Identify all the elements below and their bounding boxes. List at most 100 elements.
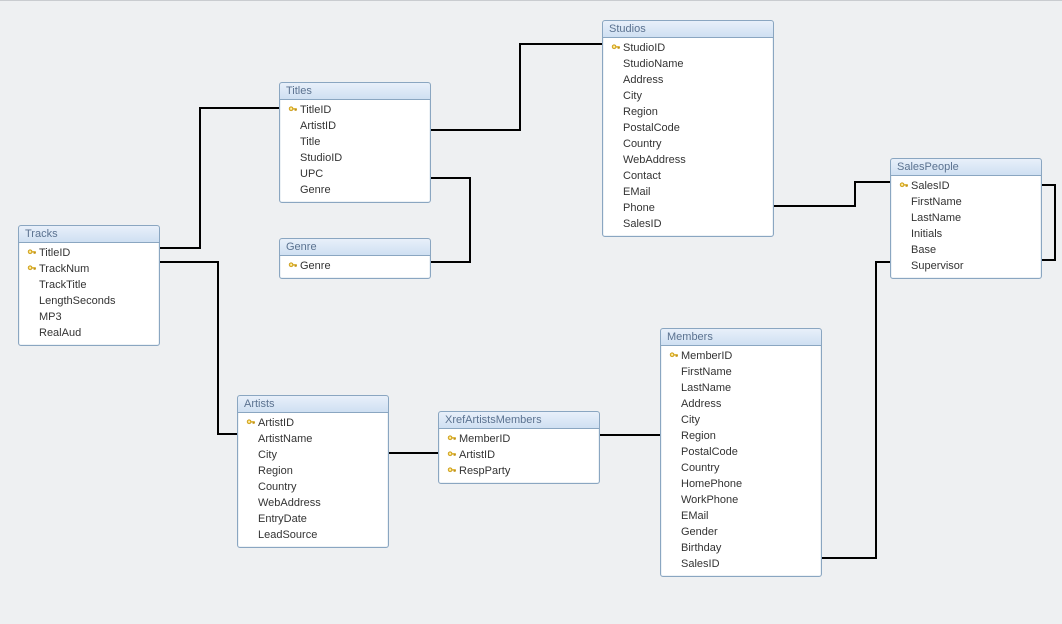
table-column[interactable]: Contact	[603, 168, 773, 184]
table-column[interactable]: RealAud	[19, 325, 159, 341]
column-name: City	[258, 448, 277, 462]
table-artists[interactable]: Artists ArtistIDArtistName CityRegionCount…	[237, 395, 389, 548]
primary-key-icon	[609, 43, 623, 53]
column-name: LeadSource	[258, 528, 317, 542]
table-column[interactable]: TrackNum	[19, 261, 159, 277]
column-name: StudioName	[623, 57, 684, 71]
table-header[interactable]: Artists	[238, 396, 388, 413]
table-column[interactable]: RespParty	[439, 463, 599, 479]
table-column[interactable]: EMail	[603, 184, 773, 200]
column-name: MemberID	[459, 432, 510, 446]
table-header[interactable]: XrefArtistsMembers	[439, 412, 599, 429]
table-members[interactable]: MembersMemberIDFirstNameLastNameAddressC…	[660, 328, 822, 577]
table-column[interactable]: EMail	[661, 508, 821, 524]
column-name: Title	[300, 135, 320, 149]
column-name: Genre	[300, 183, 331, 197]
table-column[interactable]: Gender	[661, 524, 821, 540]
table-column[interactable]: WebAddress	[603, 152, 773, 168]
table-column[interactable]: Region	[603, 104, 773, 120]
table-column[interactable]: Title	[280, 134, 430, 150]
column-name: Birthday	[681, 541, 721, 555]
column-name: City	[623, 89, 642, 103]
table-column[interactable]: Birthday	[661, 540, 821, 556]
diagram-canvas[interactable]: { "tables": [ { "id":"tracks","title":"T…	[0, 0, 1062, 624]
table-column[interactable]: PostalCode	[603, 120, 773, 136]
table-column[interactable]: TrackTitle	[19, 277, 159, 293]
table-column[interactable]: City	[603, 88, 773, 104]
table-column[interactable]: LeadSource	[238, 527, 388, 543]
relationship-line	[158, 108, 279, 248]
table-column[interactable]: Supervisor	[891, 258, 1041, 274]
table-column[interactable]: LastName	[661, 380, 821, 396]
table-column[interactable]: StudioID	[280, 150, 430, 166]
column-name: TrackNum	[39, 262, 89, 276]
table-column[interactable]: SalesID	[661, 556, 821, 572]
table-column[interactable]: City	[238, 447, 388, 463]
table-column[interactable]: HomePhone	[661, 476, 821, 492]
top-divider	[0, 0, 1062, 1]
table-body: Genre	[280, 256, 430, 278]
table-titles[interactable]: Titles TitleIDArtistIDTitle StudioIDUPCGen…	[279, 82, 431, 203]
table-column[interactable]: StudioID	[603, 40, 773, 56]
table-column[interactable]: EntryDate	[238, 511, 388, 527]
table-column[interactable]: TitleID	[19, 245, 159, 261]
primary-key-icon	[445, 434, 459, 444]
table-column[interactable]: SalesID	[891, 178, 1041, 194]
table-column[interactable]: Address	[661, 396, 821, 412]
table-column[interactable]: StudioName	[603, 56, 773, 72]
column-name: StudioID	[623, 41, 665, 55]
primary-key-icon	[25, 264, 39, 274]
table-column[interactable]: Country	[603, 136, 773, 152]
table-column[interactable]: ArtistName	[238, 431, 388, 447]
table-column[interactable]: FirstName	[891, 194, 1041, 210]
table-column[interactable]: Initials	[891, 226, 1041, 242]
column-name: LengthSeconds	[39, 294, 115, 308]
table-header[interactable]: Titles	[280, 83, 430, 100]
table-body: TitleIDArtistIDTitle StudioIDUPCGenre	[280, 100, 430, 202]
table-column[interactable]: WebAddress	[238, 495, 388, 511]
table-column[interactable]: PostalCode	[661, 444, 821, 460]
column-name: Base	[911, 243, 936, 257]
table-column[interactable]: MemberID	[661, 348, 821, 364]
table-column[interactable]: ArtistID	[238, 415, 388, 431]
table-column[interactable]: Genre	[280, 258, 430, 274]
column-name: HomePhone	[681, 477, 742, 491]
table-column[interactable]: SalesID	[603, 216, 773, 232]
table-tracks[interactable]: Tracks TitleIDTrackNumTrackTitleLengthSec…	[18, 225, 160, 346]
table-salespeople[interactable]: SalesPeople SalesIDFirstNameLastNameIniti…	[890, 158, 1042, 279]
table-column[interactable]: MP3	[19, 309, 159, 325]
table-column[interactable]: LastName	[891, 210, 1041, 226]
table-column[interactable]: WorkPhone	[661, 492, 821, 508]
table-xref[interactable]: XrefArtistsMembers MemberIDArtistIDRespPa…	[438, 411, 600, 484]
table-column[interactable]: Region	[661, 428, 821, 444]
table-column[interactable]: FirstName	[661, 364, 821, 380]
table-column[interactable]: Region	[238, 463, 388, 479]
table-column[interactable]: UPC	[280, 166, 430, 182]
table-column[interactable]: Country	[661, 460, 821, 476]
column-name: WorkPhone	[681, 493, 738, 507]
table-column[interactable]: Phone	[603, 200, 773, 216]
column-name: Contact	[623, 169, 661, 183]
column-name: Phone	[623, 201, 655, 215]
table-studios[interactable]: Studios StudioID StudioNameAddressCityRegi…	[602, 20, 774, 237]
table-genre[interactable]: Genre Genre	[279, 238, 431, 279]
column-name: ArtistName	[258, 432, 312, 446]
table-header[interactable]: Tracks	[19, 226, 159, 243]
table-column[interactable]: Address	[603, 72, 773, 88]
table-column[interactable]: ArtistID	[439, 447, 599, 463]
table-header[interactable]: Genre	[280, 239, 430, 256]
table-column[interactable]: Base	[891, 242, 1041, 258]
relationship-line	[429, 178, 470, 262]
table-column[interactable]: Country	[238, 479, 388, 495]
table-column[interactable]: City	[661, 412, 821, 428]
table-header[interactable]: Studios	[603, 21, 773, 38]
table-column[interactable]: MemberID	[439, 431, 599, 447]
column-name: PostalCode	[681, 445, 738, 459]
table-column[interactable]: LengthSeconds	[19, 293, 159, 309]
table-header[interactable]: SalesPeople	[891, 159, 1041, 176]
table-column[interactable]: Genre	[280, 182, 430, 198]
table-column[interactable]: TitleID	[280, 102, 430, 118]
table-column[interactable]: ArtistID	[280, 118, 430, 134]
column-name: StudioID	[300, 151, 342, 165]
table-header[interactable]: Members	[661, 329, 821, 346]
